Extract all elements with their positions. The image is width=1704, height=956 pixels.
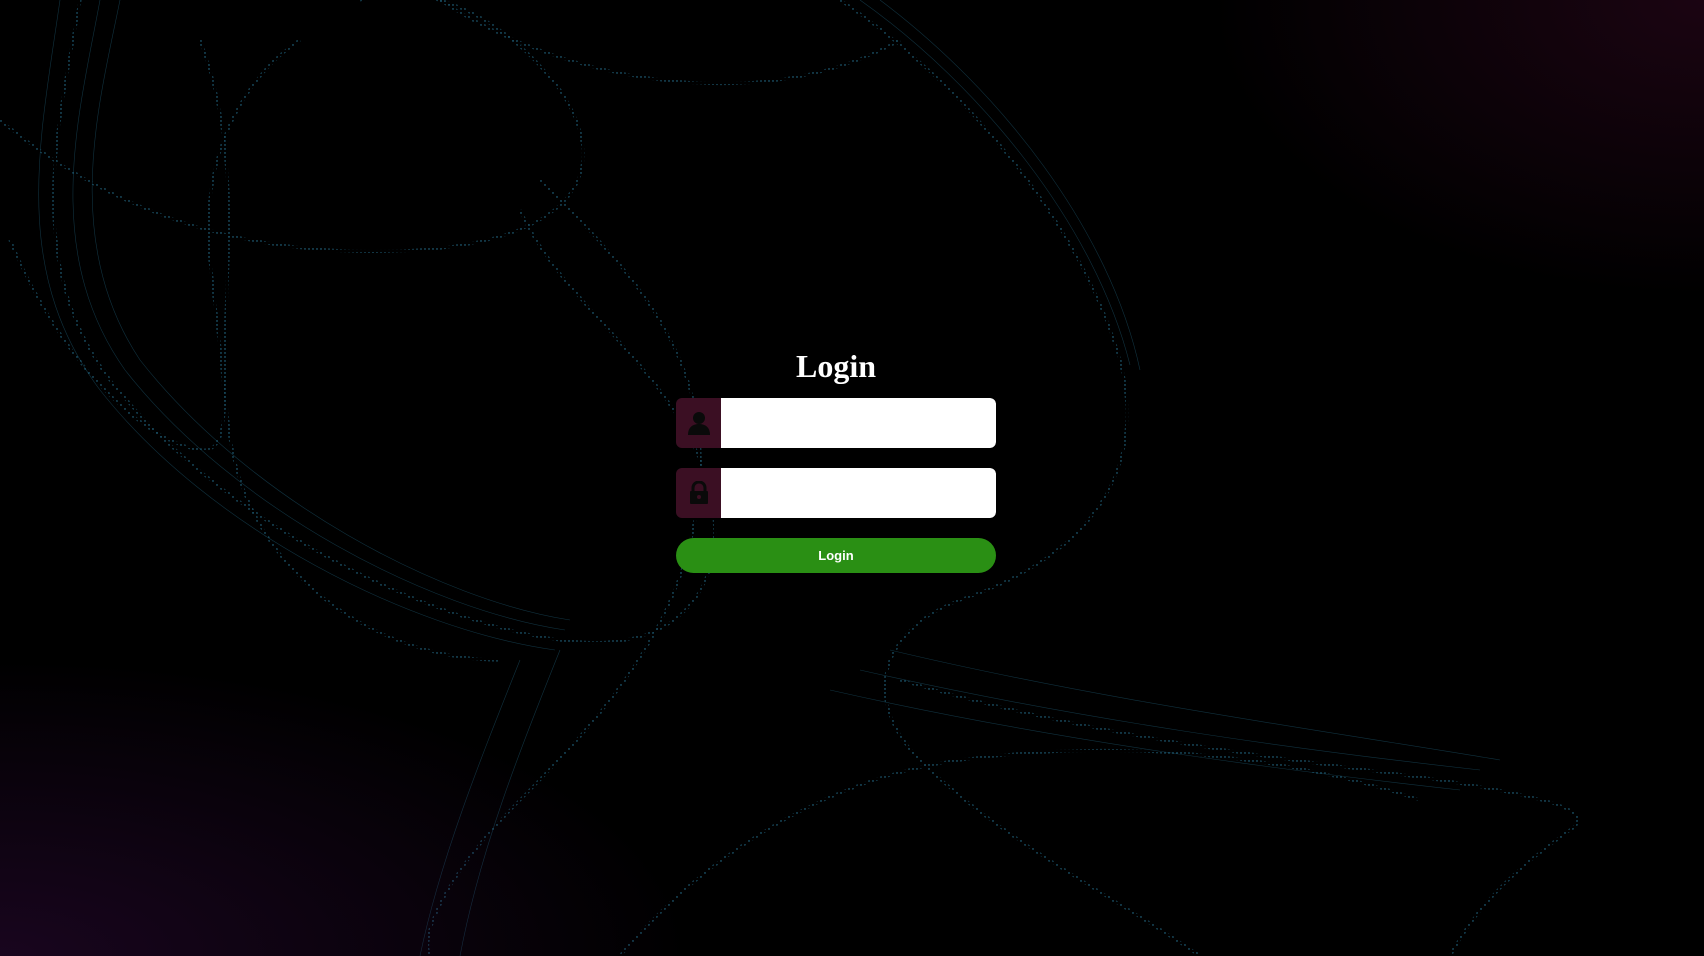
- corner-glow-bottom-left: [0, 656, 700, 956]
- corner-glow-top-right: [1204, 0, 1704, 300]
- username-input[interactable]: [721, 398, 996, 448]
- lock-icon: [676, 468, 721, 518]
- username-field-row: [676, 398, 996, 448]
- login-title: Login: [795, 348, 877, 384]
- login-form: Login Login: [676, 344, 996, 573]
- user-icon: [676, 398, 721, 448]
- login-button[interactable]: Login: [676, 538, 996, 573]
- password-input[interactable]: [721, 468, 996, 518]
- password-field-row: [676, 468, 996, 518]
